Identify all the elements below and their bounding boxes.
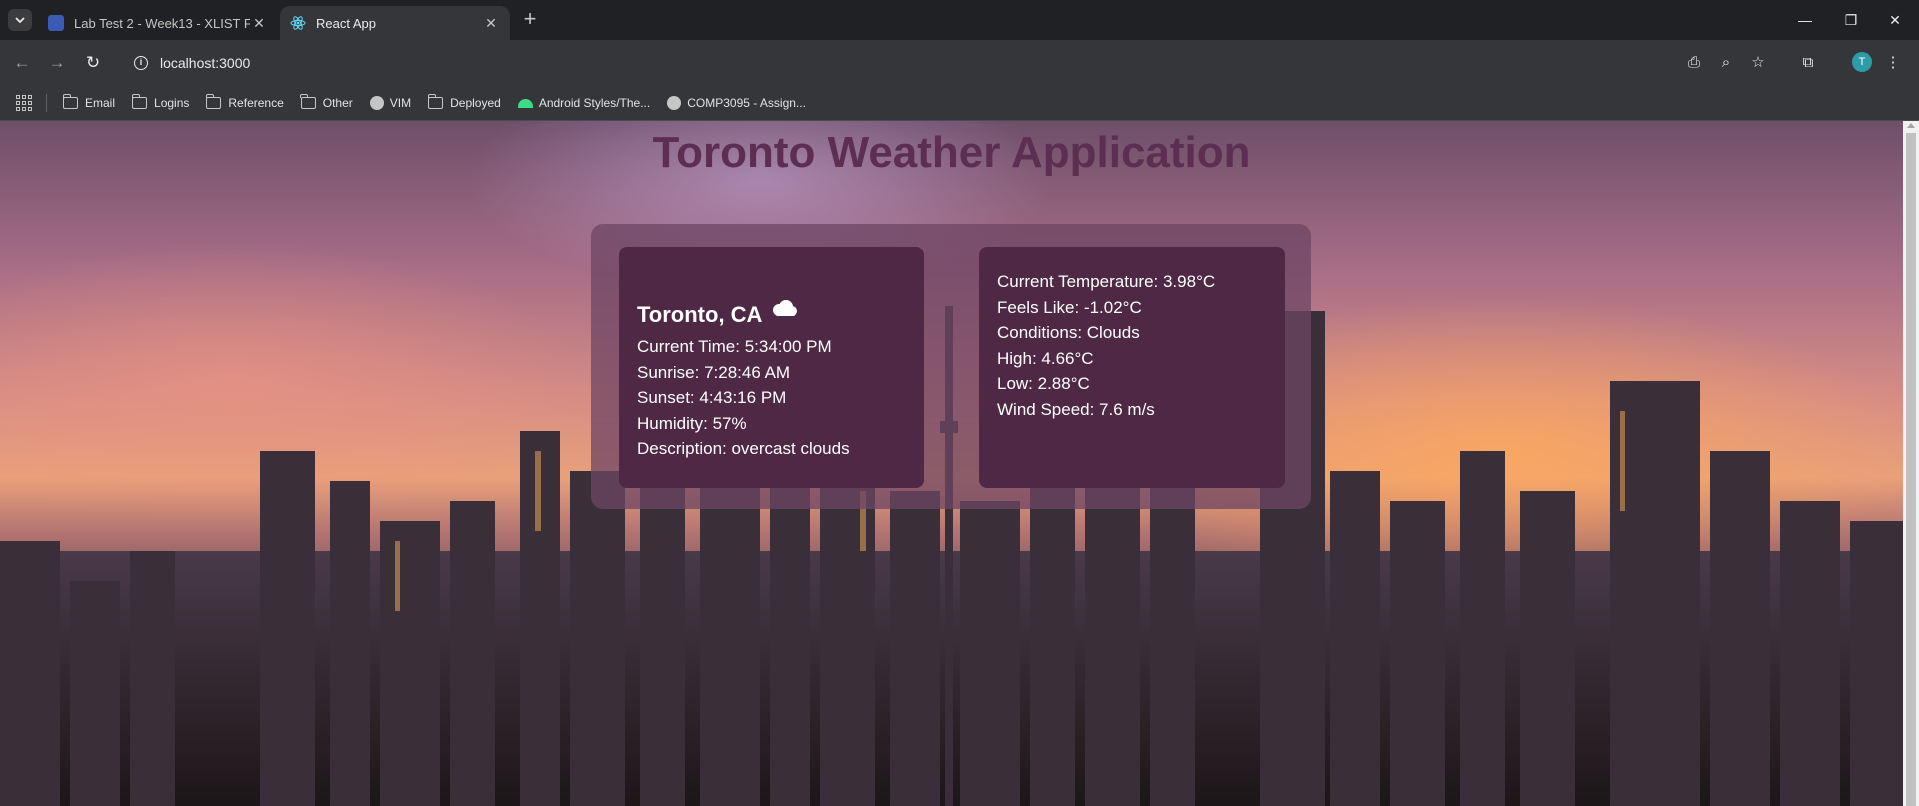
bookmark-label: Android Styles/The...	[538, 96, 651, 110]
bookmark-vim[interactable]: VIM	[369, 96, 412, 110]
tab-title: React App	[316, 15, 376, 31]
city-name: Toronto, CA	[637, 302, 763, 327]
bookmark-reference[interactable]: Reference	[205, 94, 284, 110]
bookmark-android-styles[interactable]: Android Styles/The...	[517, 96, 651, 110]
extensions-icon[interactable]: ⧉	[1797, 52, 1819, 74]
bookmark-label: Reference	[228, 96, 284, 110]
bookmark-label: COMP3095 - Assign...	[687, 96, 806, 110]
folder-icon	[131, 94, 148, 109]
folder-icon	[205, 94, 222, 109]
scroll-up-arrow-icon[interactable]	[1907, 123, 1915, 128]
current-temperature: Current Temperature: 3.98°C	[997, 272, 1216, 291]
high-temperature: High: 4.66°C	[997, 348, 1094, 368]
tab-title: Lab Test 2 - Week13 - XLIST Fall	[74, 15, 250, 31]
bookmark-separator	[46, 94, 47, 112]
conditions: Conditions: Clouds	[997, 323, 1140, 342]
conditions-card: Current Temperature: 3.98°C Feels Like: …	[979, 247, 1285, 488]
tab-strip: Lab Test 2 - Week13 - XLIST Fall ✕ React…	[0, 0, 1919, 40]
profile-avatar[interactable]: T	[1852, 52, 1872, 72]
location-card: Toronto, CA Current Time: 5:34:00 PM Sun…	[619, 247, 924, 488]
site-info-icon[interactable]: i	[134, 56, 148, 70]
sunrise: Sunrise: 7:28:46 AM	[637, 362, 791, 382]
bookmark-star-icon[interactable]: ☆	[1747, 52, 1769, 74]
wind-speed: Wind Speed: 7.6 m/s	[997, 399, 1155, 419]
page-scrollbar[interactable]	[1903, 121, 1919, 806]
page-viewport: Toronto Weather Application	[0, 121, 1903, 806]
bookmark-email[interactable]: Email	[62, 94, 116, 110]
install-app-icon[interactable]: ⎙	[1683, 52, 1705, 74]
sunset: Sunset: 4:43:16 PM	[637, 388, 787, 407]
minimize-button[interactable]: —	[1790, 8, 1820, 32]
android-icon	[517, 98, 533, 108]
new-tab-button[interactable]: +	[518, 8, 542, 32]
scrollbar-thumb[interactable]	[1906, 133, 1916, 806]
folder-icon	[427, 94, 444, 109]
folder-icon	[300, 94, 316, 109]
back-button[interactable]: ←	[10, 51, 34, 75]
close-icon[interactable]: ✕	[250, 15, 268, 32]
page-title: Toronto Weather Application	[652, 128, 1251, 177]
bookmark-deployed[interactable]: Deployed	[427, 94, 501, 110]
globe-icon	[369, 96, 384, 110]
reload-button[interactable]: ↻	[81, 51, 105, 75]
bookmark-label: Other	[322, 96, 353, 110]
low-temperature: Low: 2.88°C	[997, 374, 1090, 393]
course-site-icon	[48, 15, 64, 31]
restore-button[interactable]: ❐	[1836, 8, 1866, 32]
humidity: Humidity: 57%	[637, 413, 747, 433]
feels-like: Feels Like: -1.02°C	[997, 297, 1142, 317]
description: Description: overcast clouds	[637, 439, 850, 458]
bookmark-label: Deployed	[450, 96, 501, 110]
bookmark-label: VIM	[389, 96, 412, 110]
url-text: localhost:3000	[160, 55, 251, 71]
bookmark-comp3095[interactable]: COMP3095 - Assign...	[667, 96, 806, 110]
zoom-icon[interactable]: ⌕	[1715, 52, 1737, 74]
chevron-down-icon	[15, 17, 25, 23]
address-bar[interactable]: i localhost:3000	[122, 48, 1662, 78]
tab-lab-test[interactable]: Lab Test 2 - Week13 - XLIST Fall ✕	[38, 6, 278, 40]
forward-button[interactable]: →	[45, 51, 69, 75]
cloud-icon	[773, 300, 798, 316]
bookmark-logins[interactable]: Logins	[131, 94, 190, 110]
bookmark-other[interactable]: Other	[300, 94, 353, 110]
globe-icon	[667, 96, 682, 110]
bookmark-label: Email	[85, 96, 116, 110]
tab-react-app[interactable]: React App ✕	[280, 6, 510, 40]
react-icon	[290, 15, 306, 31]
close-window-button[interactable]: ✕	[1880, 8, 1910, 32]
browser-toolbar: ← → ↻ i localhost:3000 ⎙ ⌕ ☆ ⧉ ⋮	[0, 40, 1919, 86]
folder-icon	[62, 94, 78, 109]
close-icon[interactable]: ✕	[482, 15, 500, 32]
apps-grid-icon[interactable]	[16, 95, 32, 111]
menu-icon[interactable]: ⋮	[1882, 52, 1904, 74]
tab-search-button[interactable]	[8, 9, 32, 31]
bookmark-label: Logins	[154, 96, 190, 110]
current-time: Current Time: 5:34:00 PM	[637, 337, 832, 356]
bookmarks-bar: Email Logins Reference Other VIM Deploye…	[0, 86, 1919, 121]
